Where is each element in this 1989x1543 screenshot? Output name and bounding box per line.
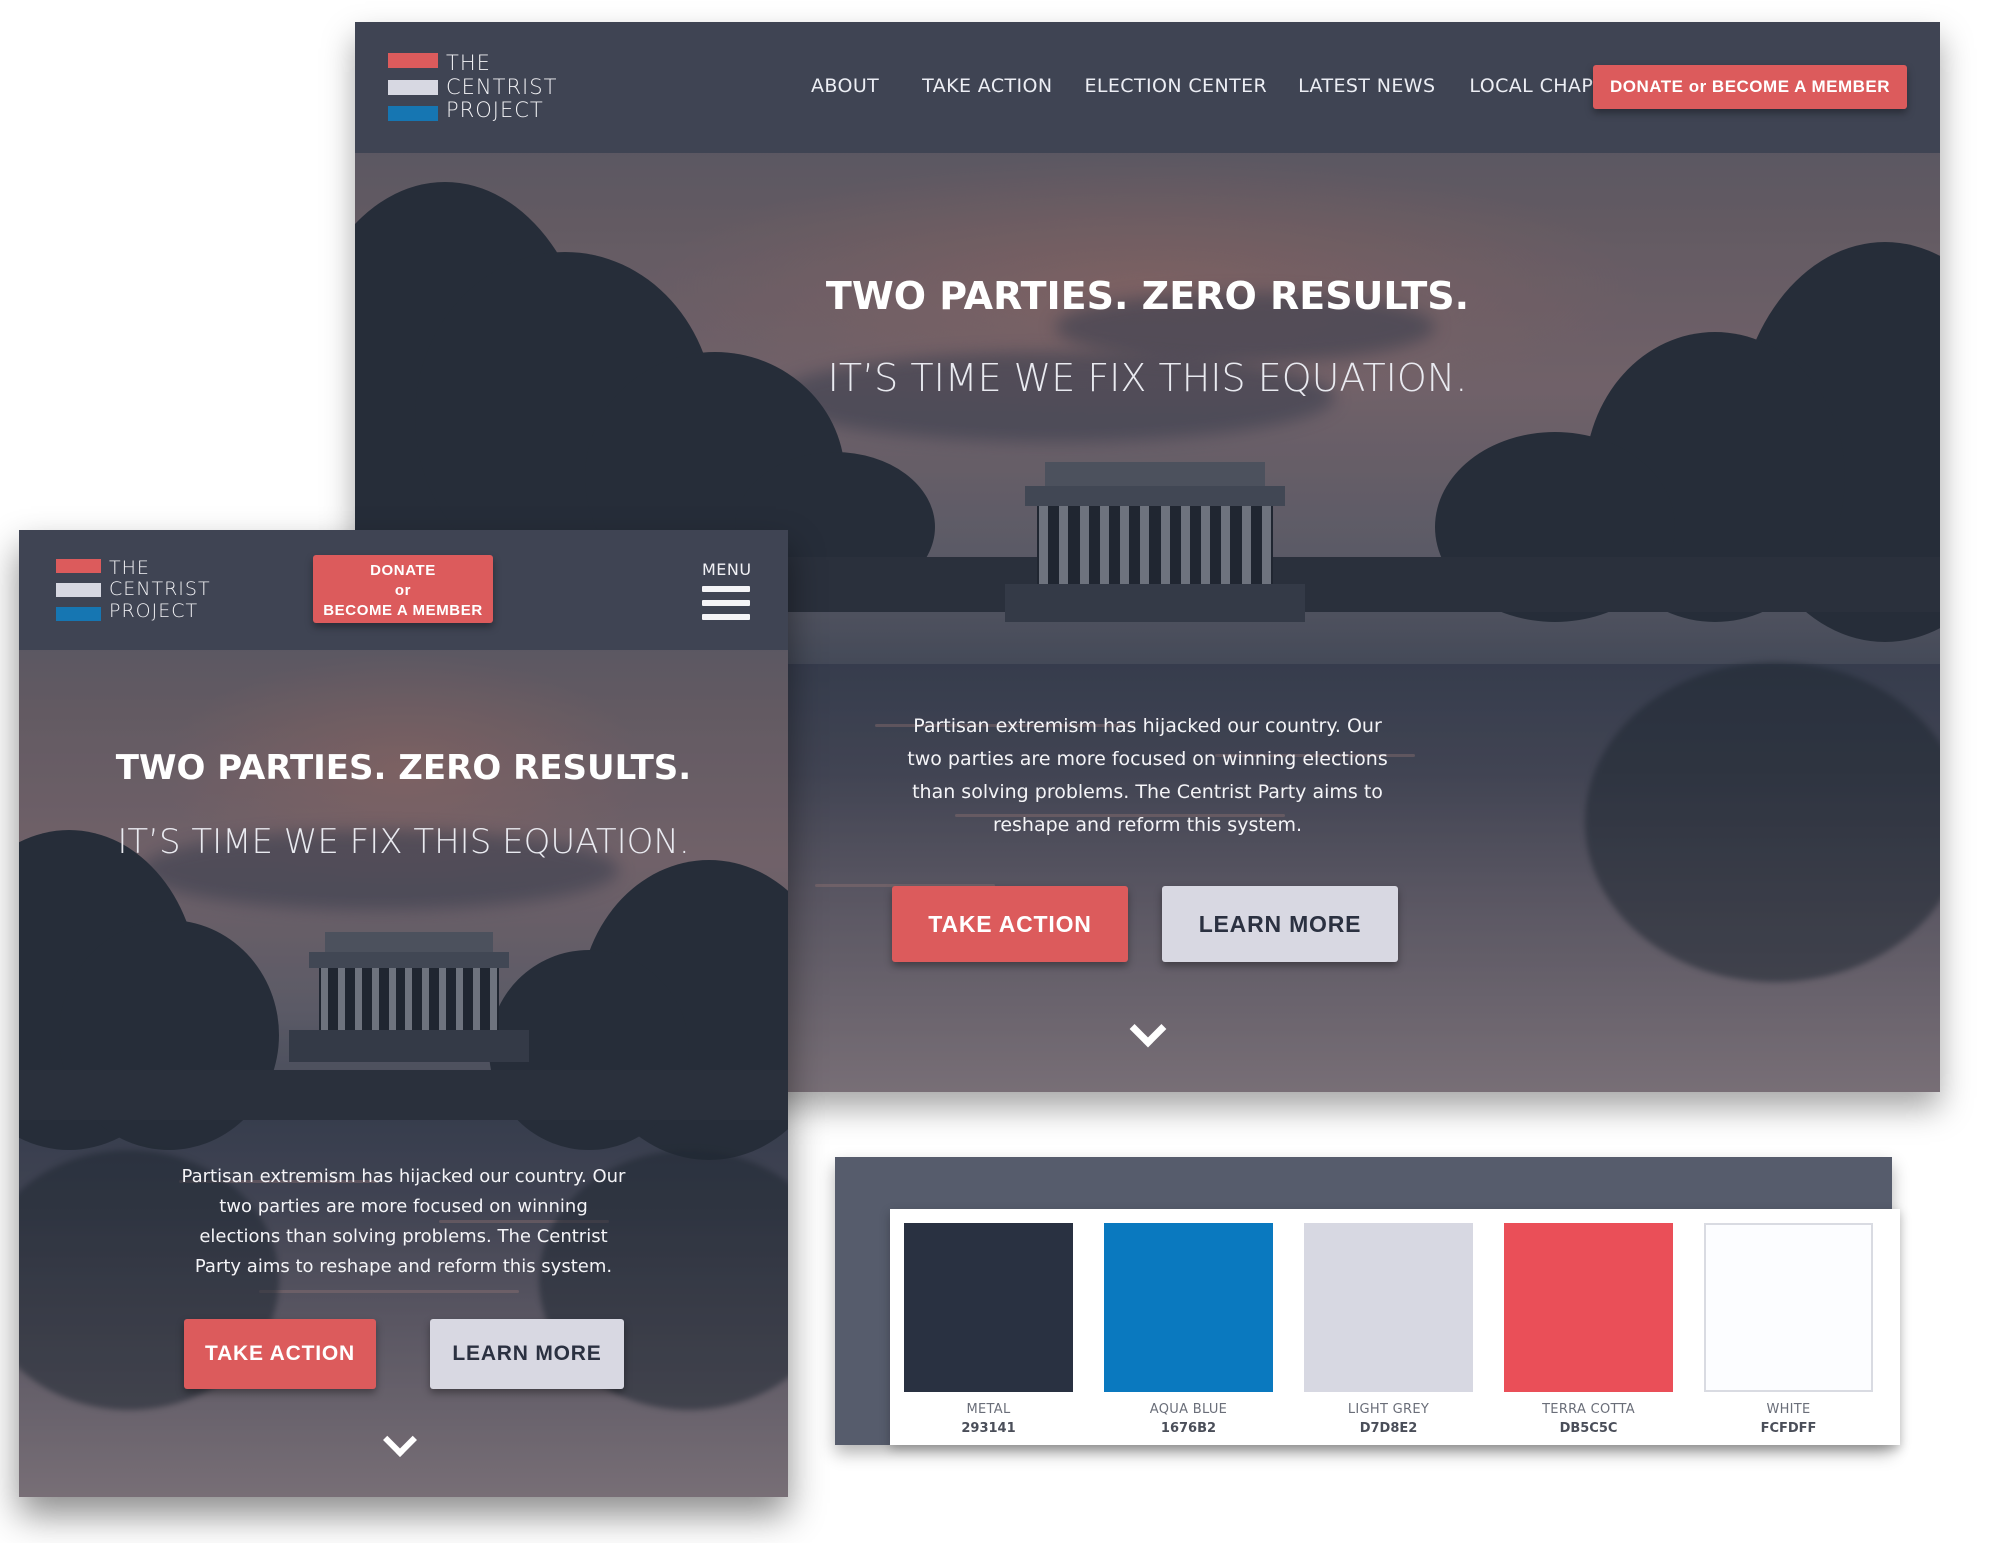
mobile-mockup: THE CENTRIST PROJECT DONATE or BECOME A … (19, 530, 788, 1497)
swatch-name: METAL (966, 1402, 1011, 1417)
color-palette-card: METAL 293141 AQUA BLUE 1676B2 LIGHT GREY… (890, 1209, 1900, 1445)
swatch-hex: 293141 (961, 1421, 1016, 1436)
menu-label[interactable]: MENU (702, 560, 752, 579)
swatch-name: AQUA BLUE (1149, 1402, 1228, 1417)
hero-paragraph: Partisan extremism has hijacked our coun… (181, 1166, 626, 1277)
centrist-project-logo[interactable]: THE CENTRIST PROJECT (388, 51, 558, 123)
swatch-chip (1304, 1223, 1473, 1392)
flag-stripes-icon (56, 558, 101, 621)
swatch-name: WHITE (1766, 1402, 1811, 1417)
color-palette-panel: METAL 293141 AQUA BLUE 1676B2 LIGHT GREY… (835, 1157, 1900, 1445)
nav-link-take-action[interactable]: TAKE ACTION (922, 75, 1052, 97)
nav-link-latest-news[interactable]: LATEST NEWS (1298, 75, 1435, 97)
desktop-navbar: THE CENTRIST PROJECT ABOUT TAKE ACTION E… (355, 22, 1940, 153)
swatch-hex: D7D8E2 (1359, 1421, 1418, 1436)
mobile-navbar: THE CENTRIST PROJECT DONATE or BECOME A … (19, 530, 788, 650)
nav-link-about[interactable]: ABOUT (811, 75, 879, 97)
logo-wordmark: THE CENTRIST PROJECT (109, 557, 211, 622)
hero-subheadline: IT’S TIME WE FIX THIS EQUATION. (827, 356, 1468, 400)
swatch-hex: 1676B2 (1160, 1421, 1217, 1436)
swatch-name: TERRA COTTA (1542, 1402, 1635, 1417)
learn-more-button[interactable]: LEARN MORE (1162, 886, 1398, 962)
take-action-button[interactable]: TAKE ACTION (892, 886, 1128, 962)
donate-member-button[interactable]: DONATE or BECOME A MEMBER (1593, 65, 1907, 109)
swatch-terra-cotta: TERRA COTTA DB5C5C (1504, 1223, 1673, 1436)
swatch-metal: METAL 293141 (904, 1223, 1073, 1436)
hero-overlay (19, 530, 788, 1497)
flag-stripes-icon (388, 53, 438, 122)
learn-more-button[interactable]: LEARN MORE (430, 1319, 624, 1389)
swatch-hex: DB5C5C (1559, 1421, 1618, 1436)
take-action-button[interactable]: TAKE ACTION (184, 1319, 376, 1389)
swatch-chip (1504, 1223, 1673, 1392)
centrist-project-logo[interactable]: THE CENTRIST PROJECT (56, 557, 211, 622)
donate-member-button[interactable]: DONATE or BECOME A MEMBER (313, 555, 493, 623)
logo-wordmark: THE CENTRIST PROJECT (446, 51, 558, 123)
swatch-white: WHITE FCFDFF (1704, 1223, 1873, 1436)
hamburger-menu-icon[interactable] (702, 586, 750, 626)
hero-headline: TWO PARTIES. ZERO RESULTS. (825, 274, 1470, 318)
swatch-hex: FCFDFF (1760, 1421, 1817, 1436)
swatch-aqua-blue: AQUA BLUE 1676B2 (1104, 1223, 1273, 1436)
swatch-light-grey: LIGHT GREY D7D8E2 (1304, 1223, 1473, 1436)
swatch-name: LIGHT GREY (1347, 1402, 1430, 1417)
swatch-chip (1704, 1223, 1873, 1392)
main-nav-links: ABOUT TAKE ACTION ELECTION CENTER LATEST… (811, 75, 1644, 97)
hero-headline: TWO PARTIES. ZERO RESULTS. (115, 748, 692, 788)
swatch-chip (1104, 1223, 1273, 1392)
nav-link-election-center[interactable]: ELECTION CENTER (1085, 75, 1268, 97)
swatch-chip (904, 1223, 1073, 1392)
hero-subheadline: IT’S TIME WE FIX THIS EQUATION. (117, 822, 690, 862)
